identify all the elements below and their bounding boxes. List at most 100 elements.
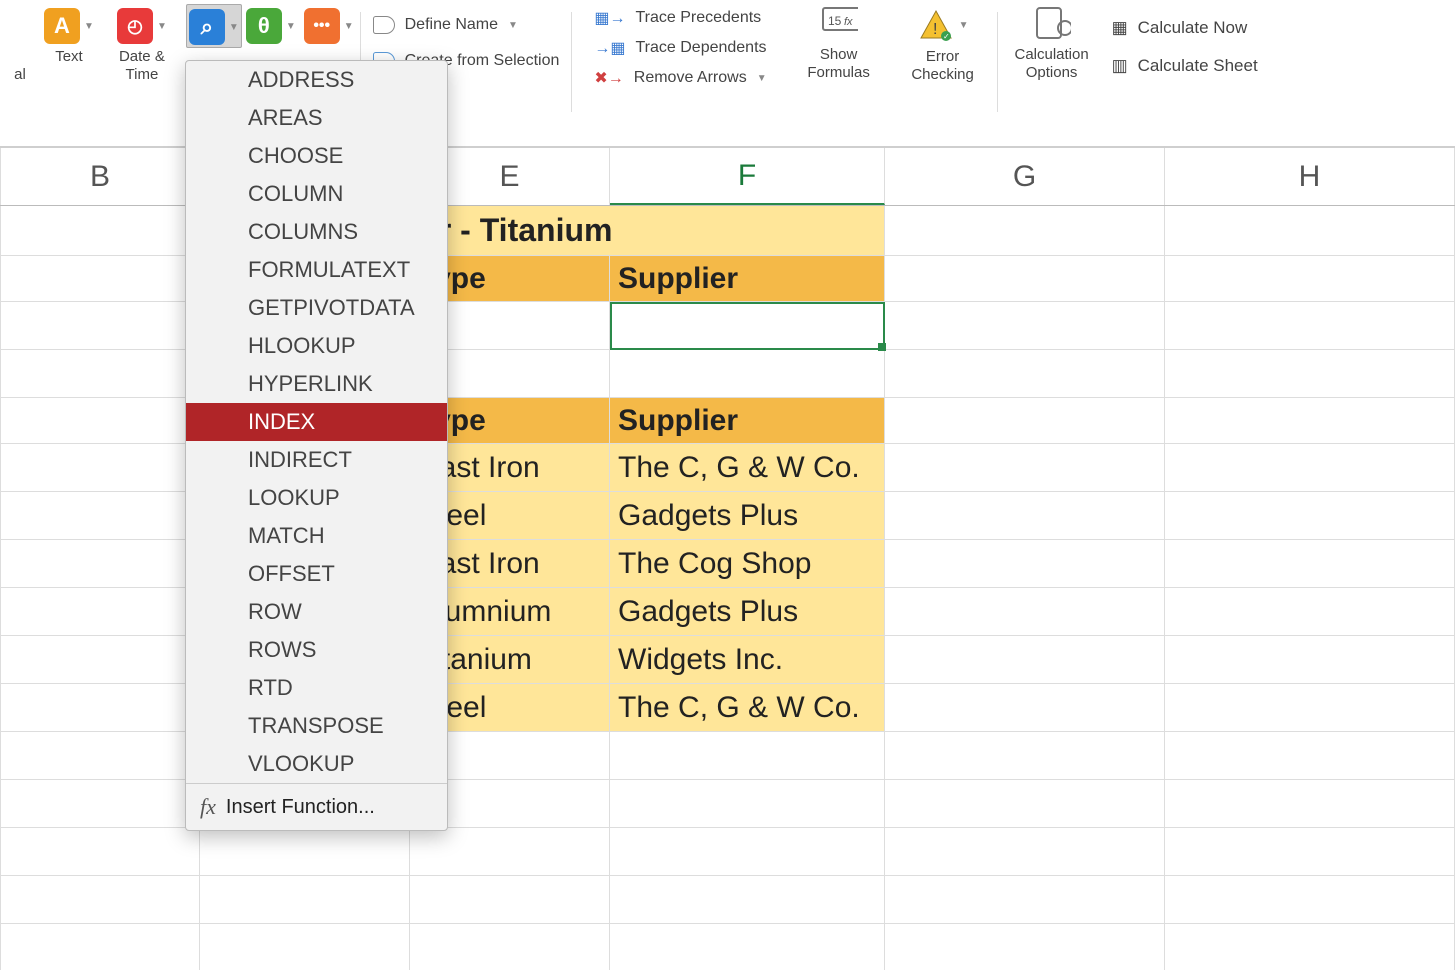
- dropdown-item-address[interactable]: ADDRESS: [186, 61, 447, 99]
- cell-empty[interactable]: [610, 828, 885, 876]
- cell-empty[interactable]: [610, 876, 885, 924]
- cell-empty[interactable]: [885, 780, 1165, 828]
- cell-G4[interactable]: [885, 350, 1165, 398]
- trace-precedents-button[interactable]: ▦→ Trace Precedents: [594, 8, 766, 28]
- dropdown-item-index[interactable]: INDEX: [186, 403, 447, 441]
- dropdown-item-vlookup[interactable]: VLOOKUP: [186, 745, 447, 783]
- cell-empty[interactable]: [0, 828, 200, 876]
- col-header-G[interactable]: G: [885, 148, 1165, 205]
- cell-F4[interactable]: [610, 350, 885, 398]
- cell-empty[interactable]: [1165, 924, 1455, 970]
- selected-cell-F3[interactable]: [610, 302, 885, 350]
- cell-H[interactable]: [1165, 444, 1455, 492]
- dropdown-item-hlookup[interactable]: HLOOKUP: [186, 327, 447, 365]
- dropdown-item-column[interactable]: COLUMN: [186, 175, 447, 213]
- cell-empty[interactable]: [410, 924, 610, 970]
- cell-F[interactable]: The C, G & W Co.: [610, 684, 885, 732]
- cell-empty[interactable]: [1165, 780, 1455, 828]
- dropdown-item-transpose[interactable]: TRANSPOSE: [186, 707, 447, 745]
- dropdown-item-rtd[interactable]: RTD: [186, 669, 447, 707]
- cell-empty[interactable]: [410, 828, 610, 876]
- cell-empty[interactable]: [0, 732, 200, 780]
- cell-B5[interactable]: [0, 398, 200, 444]
- fill-handle[interactable]: [878, 343, 886, 351]
- cell-empty[interactable]: [0, 876, 200, 924]
- math-trig-button[interactable]: θ ▼: [242, 4, 300, 46]
- dropdown-item-getpivotdata[interactable]: GETPIVOTDATA: [186, 289, 447, 327]
- cell-F[interactable]: Gadgets Plus: [610, 492, 885, 540]
- cell-G3[interactable]: [885, 302, 1165, 350]
- cell-F[interactable]: Widgets Inc.: [610, 636, 885, 684]
- col-header-B[interactable]: B: [0, 148, 200, 205]
- calculation-options-button[interactable]: Calculation Options: [1000, 4, 1104, 82]
- cell-empty[interactable]: [610, 732, 885, 780]
- cell-empty[interactable]: [885, 828, 1165, 876]
- cell-B[interactable]: [0, 444, 200, 492]
- cell-B2[interactable]: [0, 256, 200, 302]
- cell-B4[interactable]: [0, 350, 200, 398]
- cell-H2[interactable]: [1165, 256, 1455, 302]
- cell-G[interactable]: [885, 636, 1165, 684]
- cell-empty[interactable]: [0, 924, 200, 970]
- error-checking-button[interactable]: !✓ ▼ Error Checking: [891, 4, 995, 84]
- cell-G1[interactable]: [885, 206, 1165, 256]
- datetime-button[interactable]: ◴ ▼ Date & Time: [98, 4, 186, 86]
- trace-dependents-button[interactable]: →▦ Trace Dependents: [594, 38, 766, 58]
- dropdown-item-hyperlink[interactable]: HYPERLINK: [186, 365, 447, 403]
- insert-function-button[interactable]: fx Insert Function...: [186, 783, 447, 830]
- col-header-H[interactable]: H: [1165, 148, 1455, 205]
- cell-empty[interactable]: [1165, 876, 1455, 924]
- cell-empty[interactable]: [885, 924, 1165, 970]
- cell-empty[interactable]: [885, 876, 1165, 924]
- cell-empty[interactable]: [610, 780, 885, 828]
- cell-G[interactable]: [885, 588, 1165, 636]
- cell-H3[interactable]: [1165, 302, 1455, 350]
- cell-empty[interactable]: [200, 924, 410, 970]
- cell-H[interactable]: [1165, 636, 1455, 684]
- cell-empty[interactable]: [200, 828, 410, 876]
- cell-G2[interactable]: [885, 256, 1165, 302]
- dropdown-item-offset[interactable]: OFFSET: [186, 555, 447, 593]
- remove-arrows-button[interactable]: ✖→ Remove Arrows ▼: [594, 68, 766, 88]
- cell-H[interactable]: [1165, 540, 1455, 588]
- cell-B[interactable]: [0, 540, 200, 588]
- cell-empty[interactable]: [0, 780, 200, 828]
- cell-G[interactable]: [885, 684, 1165, 732]
- cell-empty[interactable]: [1165, 732, 1455, 780]
- dropdown-item-row[interactable]: ROW: [186, 593, 447, 631]
- cell-empty[interactable]: [200, 876, 410, 924]
- cell-B[interactable]: [0, 588, 200, 636]
- lookup-ref-button[interactable]: ⌕ ▼: [186, 4, 242, 48]
- dropdown-item-rows[interactable]: ROWS: [186, 631, 447, 669]
- cell-empty[interactable]: [410, 876, 610, 924]
- cell-G[interactable]: [885, 492, 1165, 540]
- cell-H4[interactable]: [1165, 350, 1455, 398]
- cell-G[interactable]: [885, 540, 1165, 588]
- show-formulas-button[interactable]: 15fx Show Formulas: [787, 4, 891, 82]
- cell-B1[interactable]: [0, 206, 200, 256]
- cell-B[interactable]: [0, 492, 200, 540]
- cell-empty[interactable]: [1165, 828, 1455, 876]
- cell-B3[interactable]: [0, 302, 200, 350]
- cell-H5[interactable]: [1165, 398, 1455, 444]
- cell-H[interactable]: [1165, 588, 1455, 636]
- cell-B[interactable]: [0, 636, 200, 684]
- header-supplier[interactable]: Supplier: [610, 256, 885, 302]
- dropdown-item-areas[interactable]: AREAS: [186, 99, 447, 137]
- more-functions-button[interactable]: ••• ▼: [300, 4, 358, 46]
- cell-empty[interactable]: [610, 924, 885, 970]
- header2-supplier[interactable]: Supplier: [610, 398, 885, 444]
- dropdown-item-choose[interactable]: CHOOSE: [186, 137, 447, 175]
- cell-H[interactable]: [1165, 492, 1455, 540]
- cell-G5[interactable]: [885, 398, 1165, 444]
- calculate-sheet-button[interactable]: ▥ Calculate Sheet: [1112, 56, 1258, 76]
- col-header-F[interactable]: F: [610, 148, 885, 205]
- cell-empty[interactable]: [885, 732, 1165, 780]
- cell-H[interactable]: [1165, 684, 1455, 732]
- lookup-function-dropdown[interactable]: ADDRESSAREASCHOOSECOLUMNCOLUMNSFORMULATE…: [185, 60, 448, 831]
- dropdown-item-columns[interactable]: COLUMNS: [186, 213, 447, 251]
- cell-F[interactable]: The C, G & W Co.: [610, 444, 885, 492]
- dropdown-item-lookup[interactable]: LOOKUP: [186, 479, 447, 517]
- calculate-now-button[interactable]: ▦ Calculate Now: [1112, 18, 1258, 38]
- dropdown-item-formulatext[interactable]: FORMULATEXT: [186, 251, 447, 289]
